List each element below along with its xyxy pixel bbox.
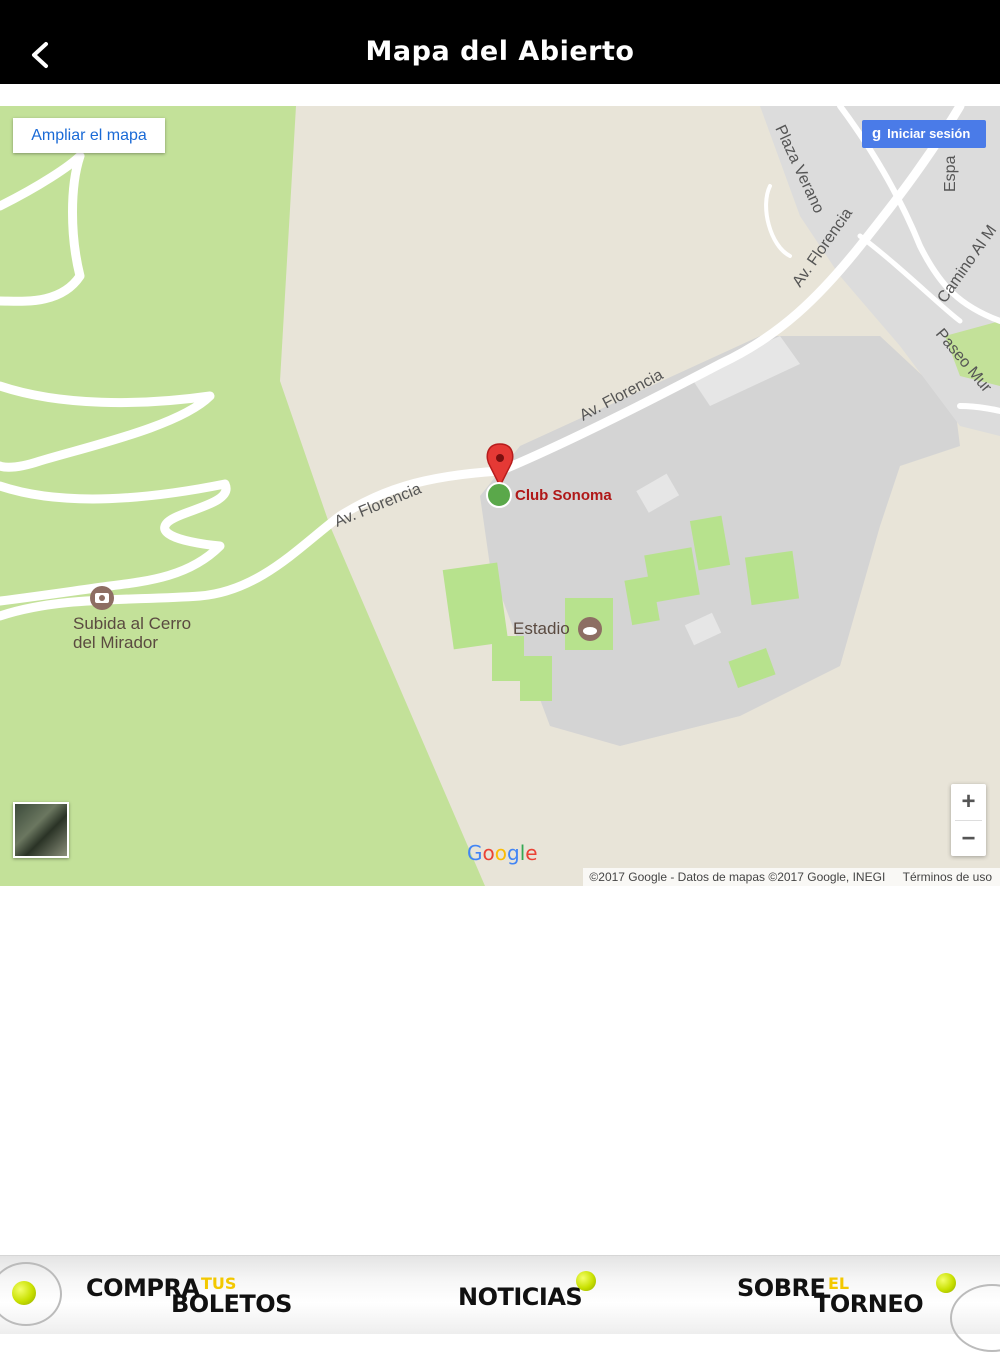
sign-in-button[interactable]: g Iniciar sesión — [862, 120, 986, 148]
google-plus-icon: g — [872, 125, 882, 142]
racket-icon — [0, 1262, 62, 1326]
attribution-text: ©2017 Google - Datos de mapas ©2017 Goog… — [589, 870, 886, 884]
satellite-toggle-button[interactable] — [13, 802, 69, 858]
zoom-controls: + − — [951, 784, 986, 856]
camera-poi-icon — [90, 586, 114, 610]
map-view[interactable]: Av. Florencia Av. Florencia Av. Florenci… — [0, 106, 1000, 886]
tennis-ball-icon — [576, 1271, 596, 1291]
poi-label-mirador-line2[interactable]: del Mirador — [73, 633, 158, 653]
nav-about-tournament[interactable]: SOBRE EL TORNEO — [730, 1256, 970, 1334]
poi-label-club-sonoma[interactable]: Club Sonoma — [515, 487, 612, 504]
nav-label-torneo: TORNEO — [814, 1290, 924, 1318]
nav-buy-tickets[interactable]: COMPRA TUS BOLETOS — [80, 1256, 340, 1334]
golf-poi-icon — [486, 482, 512, 508]
nav-label-noticias: NOTICIAS — [458, 1283, 583, 1311]
page-title: Mapa del Abierto — [365, 36, 635, 67]
nav-label-sobre: SOBRE — [737, 1274, 826, 1302]
zoom-out-button[interactable]: − — [951, 821, 986, 857]
expand-map-button[interactable]: Ampliar el mapa — [13, 118, 165, 153]
stadium-poi-icon — [578, 617, 602, 641]
nav-label-boletos: BOLETOS — [171, 1290, 292, 1318]
app-header: Mapa del Abierto — [0, 0, 1000, 84]
map-attribution: ©2017 Google - Datos de mapas ©2017 Goog… — [583, 868, 1000, 886]
zoom-in-button[interactable]: + — [951, 784, 986, 820]
poi-label-mirador-line1[interactable]: Subida al Cerro — [73, 614, 191, 634]
map-canvas[interactable]: Av. Florencia Av. Florencia Av. Florenci… — [0, 106, 1000, 886]
sign-in-label: Iniciar sesión — [887, 126, 971, 141]
street-label-espa: Espa — [942, 155, 959, 192]
bottom-nav: COMPRA TUS BOLETOS NOTICIAS SOBRE EL TOR… — [0, 1255, 1000, 1352]
terms-link[interactable]: Términos de uso — [903, 870, 1000, 884]
street-label-florencia-1: Av. Florencia — [332, 480, 424, 530]
poi-label-estadio[interactable]: Estadio — [513, 619, 570, 639]
tennis-ball-icon — [936, 1273, 956, 1293]
nav-news[interactable]: NOTICIAS — [440, 1256, 620, 1334]
google-logo: Google — [467, 841, 538, 865]
